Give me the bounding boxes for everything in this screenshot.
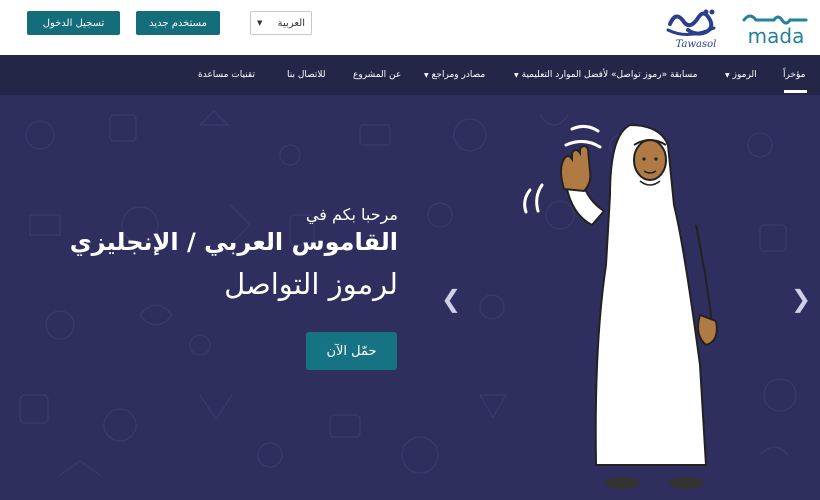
nav-item-label: تقنيات مساعدة bbox=[198, 70, 255, 80]
nav-item-resources[interactable]: ▼ مصادر ومراجع bbox=[424, 55, 485, 95]
chevron-down-icon: ▼ bbox=[514, 71, 519, 79]
main-nav: مؤخراً ▼ الرموز ▼ مسابقة «رموز تواصل» لأ… bbox=[0, 55, 820, 95]
nav-item-symbols[interactable]: ▼ الرموز bbox=[725, 55, 757, 95]
nav-item-recent[interactable]: مؤخراً bbox=[783, 55, 806, 95]
mada-logo[interactable]: mada bbox=[738, 8, 814, 48]
nav-active-indicator bbox=[784, 90, 807, 93]
mada-logo-text: mada bbox=[748, 24, 805, 48]
chevron-down-icon: ▼ bbox=[725, 71, 730, 79]
tawasol-logo[interactable]: Tawasol bbox=[662, 4, 724, 50]
download-now-button[interactable]: حمّل الآن bbox=[306, 332, 397, 370]
chevron-down-icon: ▼ bbox=[424, 71, 429, 79]
waving-man-illustration bbox=[523, 123, 718, 489]
hero-subline: لرموز التواصل bbox=[224, 267, 398, 301]
nav-item-about[interactable]: عن المشروع bbox=[353, 55, 401, 95]
nav-item-label: مؤخراً bbox=[783, 70, 806, 80]
hero-carousel: مرحبا بكم في القاموس العربي / الإنجليزي … bbox=[0, 95, 820, 500]
carousel-prev-icon[interactable]: ❮ bbox=[441, 285, 461, 313]
register-button[interactable]: مستخدم جديد bbox=[136, 11, 220, 35]
language-select[interactable]: ▼ العربية bbox=[250, 11, 312, 35]
language-value: العربية bbox=[277, 17, 305, 29]
carousel-next-icon[interactable]: ❯ bbox=[791, 285, 811, 313]
chevron-down-icon: ▼ bbox=[257, 19, 263, 27]
top-bar: تسجيل الدخول مستخدم جديد ▼ العربية Tawas… bbox=[0, 0, 820, 55]
tawasol-logo-text: Tawasol bbox=[676, 39, 717, 50]
nav-item-competition[interactable]: ▼ مسابقة «رموز تواصل» لأفضل الموارد التع… bbox=[514, 55, 697, 95]
welcome-text: مرحبا بكم في bbox=[305, 205, 398, 224]
nav-item-contact[interactable]: للاتصال بنا bbox=[287, 55, 326, 95]
nav-item-label: للاتصال بنا bbox=[287, 70, 326, 80]
nav-item-assistive-tech[interactable]: تقنيات مساعدة bbox=[198, 55, 255, 95]
nav-item-label: مصادر ومراجع bbox=[431, 70, 486, 80]
nav-item-label: الرموز bbox=[732, 70, 757, 80]
login-button[interactable]: تسجيل الدخول bbox=[27, 11, 120, 35]
nav-item-label: عن المشروع bbox=[353, 70, 402, 80]
hero-headline: القاموس العربي / الإنجليزي bbox=[69, 228, 398, 256]
nav-item-label: مسابقة «رموز تواصل» لأفضل الموارد التعلي… bbox=[521, 70, 698, 80]
